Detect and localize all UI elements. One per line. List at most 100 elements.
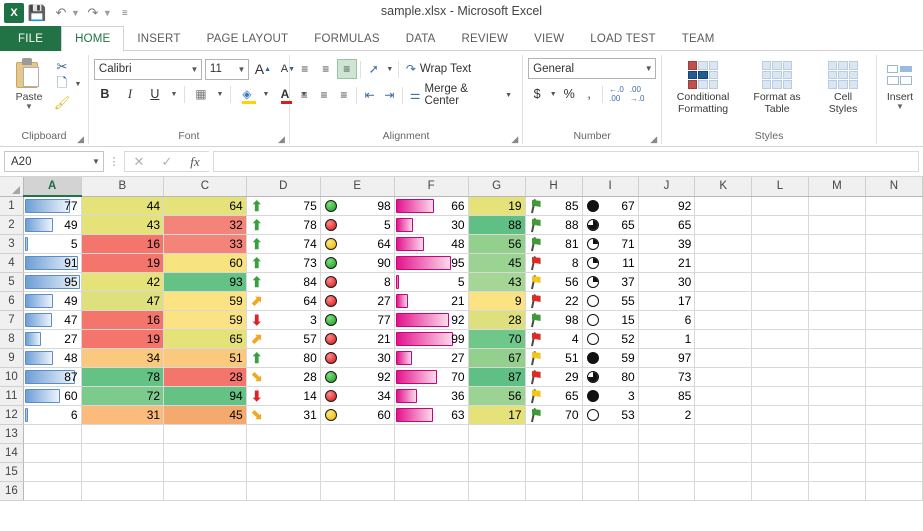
cell-D6[interactable]: ⬆64 (246, 291, 320, 310)
middle-align-button[interactable]: ≡ (316, 59, 336, 79)
cell-K8[interactable] (695, 329, 752, 348)
tab-home[interactable]: HOME (61, 26, 124, 52)
cell-N3[interactable] (865, 234, 922, 253)
decrease-indent-button[interactable]: ⇤ (360, 85, 379, 105)
cell-F15[interactable] (394, 462, 468, 481)
cell-D7[interactable]: ⬇3 (246, 310, 320, 329)
bottom-align-button[interactable]: ≡ (337, 59, 357, 79)
cell-C16[interactable] (164, 481, 247, 500)
tab-view[interactable]: VIEW (521, 26, 577, 51)
name-box[interactable]: A20 ▼ (4, 151, 104, 172)
cell-D11[interactable]: ⬇14 (246, 386, 320, 405)
cell-N8[interactable] (865, 329, 922, 348)
tab-load-test[interactable]: LOAD TEST (577, 26, 669, 51)
cell-E4[interactable]: 90 (320, 253, 394, 272)
cell-D8[interactable]: ⬆57 (246, 329, 320, 348)
cell-A12[interactable]: 6 (23, 405, 81, 424)
clipboard-dialog-launcher-icon[interactable]: ◢ (77, 134, 84, 145)
alignment-dialog-launcher-icon[interactable]: ◢ (511, 134, 518, 145)
cell-K12[interactable] (695, 405, 752, 424)
cell-C9[interactable]: 51 (164, 348, 247, 367)
cell-L10[interactable] (752, 367, 809, 386)
cell-B1[interactable]: 44 (81, 196, 164, 215)
cell-B6[interactable]: 47 (81, 291, 164, 310)
cell-D13[interactable] (246, 424, 320, 443)
tab-insert[interactable]: INSERT (124, 26, 193, 51)
underline-dropdown-icon[interactable]: ▼ (169, 91, 179, 98)
cell-K2[interactable] (695, 215, 752, 234)
fill-color-button[interactable]: ◈ (236, 84, 258, 105)
cell-C6[interactable]: 59 (164, 291, 247, 310)
cell-N4[interactable] (865, 253, 922, 272)
column-header-J[interactable]: J (638, 177, 695, 196)
cell-G15[interactable] (468, 462, 525, 481)
cell-I15[interactable] (582, 462, 638, 481)
cell-H10[interactable]: 29 (525, 367, 582, 386)
cell-G16[interactable] (468, 481, 525, 500)
cell-A15[interactable] (23, 462, 81, 481)
cell-J5[interactable]: 30 (638, 272, 695, 291)
cell-E6[interactable]: 27 (320, 291, 394, 310)
cell-E10[interactable]: 92 (320, 367, 394, 386)
align-right-button[interactable]: ≡ (334, 85, 353, 105)
cell-M14[interactable] (808, 443, 865, 462)
cell-I2[interactable]: 65 (582, 215, 638, 234)
cell-A8[interactable]: 27 (23, 329, 81, 348)
cell-K9[interactable] (695, 348, 752, 367)
cell-F9[interactable]: 27 (394, 348, 468, 367)
bold-button[interactable]: B (94, 84, 116, 105)
cell-B4[interactable]: 19 (81, 253, 164, 272)
row-header-15[interactable]: 15 (0, 462, 23, 481)
cell-I4[interactable]: 11 (582, 253, 638, 272)
cell-N6[interactable] (865, 291, 922, 310)
cell-B12[interactable]: 31 (81, 405, 164, 424)
cell-E3[interactable]: 64 (320, 234, 394, 253)
cell-L13[interactable] (752, 424, 809, 443)
cell-H6[interactable]: 22 (525, 291, 582, 310)
cell-N10[interactable] (865, 367, 922, 386)
cell-A6[interactable]: 49 (23, 291, 81, 310)
cell-A9[interactable]: 48 (23, 348, 81, 367)
cell-D5[interactable]: ⬆84 (246, 272, 320, 291)
cell-N5[interactable] (865, 272, 922, 291)
cell-A4[interactable]: 91 (23, 253, 81, 272)
cell-F8[interactable]: 99 (394, 329, 468, 348)
cell-K15[interactable] (695, 462, 752, 481)
cell-J10[interactable]: 73 (638, 367, 695, 386)
chevron-down-icon[interactable]: ▼ (642, 64, 655, 73)
cell-D14[interactable] (246, 443, 320, 462)
cell-M16[interactable] (808, 481, 865, 500)
chevron-down-icon[interactable]: ▼ (89, 157, 103, 166)
cell-G4[interactable]: 45 (468, 253, 525, 272)
cell-C13[interactable] (164, 424, 247, 443)
cell-K10[interactable] (695, 367, 752, 386)
cell-D1[interactable]: ⬆75 (246, 196, 320, 215)
cell-L15[interactable] (752, 462, 809, 481)
tab-formulas[interactable]: FORMULAS (301, 26, 393, 51)
borders-button[interactable]: ▦ (190, 84, 212, 105)
cell-B2[interactable]: 43 (81, 215, 164, 234)
cell-A14[interactable] (23, 443, 81, 462)
format-as-table-button[interactable]: Format as Table (741, 56, 813, 115)
cell-E13[interactable] (320, 424, 394, 443)
cell-L7[interactable] (752, 310, 809, 329)
cell-F6[interactable]: 21 (394, 291, 468, 310)
cell-C2[interactable]: 32 (164, 215, 247, 234)
cell-C8[interactable]: 65 (164, 329, 247, 348)
cell-L1[interactable] (752, 196, 809, 215)
cell-L6[interactable] (752, 291, 809, 310)
chevron-down-icon[interactable]: ▼ (235, 65, 248, 74)
cell-E8[interactable]: 21 (320, 329, 394, 348)
cell-A3[interactable]: 5 (23, 234, 81, 253)
cell-F13[interactable] (394, 424, 468, 443)
cell-E7[interactable]: 77 (320, 310, 394, 329)
column-header-E[interactable]: E (320, 177, 394, 196)
cell-I12[interactable]: 53 (582, 405, 638, 424)
cell-L8[interactable] (752, 329, 809, 348)
cell-I16[interactable] (582, 481, 638, 500)
cell-N1[interactable] (865, 196, 922, 215)
cell-N11[interactable] (865, 386, 922, 405)
cell-L5[interactable] (752, 272, 809, 291)
cell-I1[interactable]: 67 (582, 196, 638, 215)
cell-M12[interactable] (808, 405, 865, 424)
